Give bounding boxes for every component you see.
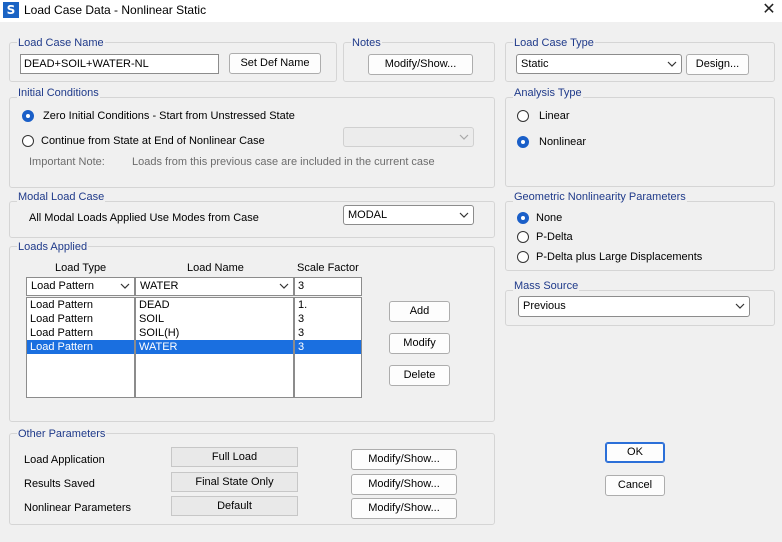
modal-load-case-label: All Modal Loads Applied Use Modes from C…: [29, 212, 259, 224]
load-type-header: Load Type: [55, 262, 107, 274]
list-item[interactable]: 3: [295, 340, 361, 354]
load-case-name-title: Load Case Name: [17, 37, 105, 50]
delete-load-button[interactable]: Delete: [389, 365, 450, 386]
p-delta-large-displacements-radio[interactable]: [517, 251, 529, 263]
load-case-name-input[interactable]: DEAD+SOIL+WATER-NL: [20, 54, 219, 74]
important-note-label: Important Note:: [29, 156, 105, 168]
p-delta-label: P-Delta: [536, 231, 573, 243]
load-name-list[interactable]: DEAD SOIL SOIL(H) WATER: [135, 297, 294, 398]
list-item[interactable]: DEAD: [136, 298, 293, 312]
list-item[interactable]: 3: [295, 312, 361, 326]
load-case-type-value: Static: [521, 58, 549, 70]
load-case-type-title: Load Case Type: [513, 37, 595, 50]
list-item[interactable]: 1.: [295, 298, 361, 312]
geometric-none-radio[interactable]: [517, 212, 529, 224]
linear-radio[interactable]: [517, 110, 529, 122]
chevron-down-icon: [667, 55, 677, 73]
p-delta-radio[interactable]: [517, 231, 529, 243]
other-parameters-title: Other Parameters: [17, 428, 107, 441]
modal-load-case-value: MODAL: [348, 209, 388, 221]
set-def-name-button[interactable]: Set Def Name: [229, 53, 321, 74]
load-type-list[interactable]: Load Pattern Load Pattern Load Pattern L…: [26, 297, 135, 398]
linear-label: Linear: [539, 110, 570, 122]
list-item[interactable]: Load Pattern: [27, 340, 134, 354]
results-saved-value: Final State Only: [171, 472, 298, 492]
modify-load-button[interactable]: Modify: [389, 333, 450, 354]
list-item[interactable]: SOIL(H): [136, 326, 293, 340]
mass-source-value: Previous: [523, 300, 566, 312]
scale-factor-list[interactable]: 1. 3 3 3: [294, 297, 362, 398]
analysis-type-title: Analysis Type: [513, 87, 583, 100]
notes-modify-show-button[interactable]: Modify/Show...: [368, 54, 473, 75]
nonlinear-parameters-modify-button[interactable]: Modify/Show...: [351, 498, 457, 519]
zero-initial-conditions-label: Zero Initial Conditions - Start from Uns…: [43, 110, 295, 122]
nonlinear-radio[interactable]: [517, 136, 529, 148]
load-case-type-select[interactable]: Static: [516, 54, 682, 74]
scale-factor-header: Scale Factor: [297, 262, 359, 274]
design-button[interactable]: Design...: [686, 54, 749, 75]
load-name-header: Load Name: [187, 262, 244, 274]
continue-from-state-label: Continue from State at End of Nonlinear …: [41, 135, 265, 147]
initial-conditions-title: Initial Conditions: [17, 87, 100, 100]
p-delta-large-displacements-label: P-Delta plus Large Displacements: [536, 251, 703, 263]
chevron-down-icon: [459, 128, 469, 146]
window-title: Load Case Data - Nonlinear Static: [24, 3, 207, 17]
mass-source-select[interactable]: Previous: [518, 296, 750, 317]
notes-title: Notes: [351, 37, 382, 50]
cancel-button[interactable]: Cancel: [605, 475, 665, 496]
important-note-text: Loads from this previous case are includ…: [132, 156, 435, 168]
close-icon[interactable]: ✕: [756, 0, 782, 20]
ok-button[interactable]: OK: [605, 442, 665, 463]
load-name-editor-value: WATER: [140, 280, 179, 292]
load-application-label: Load Application: [24, 454, 105, 466]
geometric-none-label: None: [536, 212, 563, 224]
loads-applied-title: Loads Applied: [17, 241, 89, 254]
list-item[interactable]: Load Pattern: [27, 326, 134, 340]
chevron-down-icon: [279, 278, 289, 295]
geometric-nonlinearity-title: Geometric Nonlinearity Parameters: [513, 191, 687, 204]
add-load-button[interactable]: Add: [389, 301, 450, 322]
list-item[interactable]: 3: [295, 326, 361, 340]
results-saved-label: Results Saved: [24, 478, 95, 490]
chevron-down-icon: [735, 297, 745, 316]
load-application-value: Full Load: [171, 447, 298, 467]
chevron-down-icon: [120, 278, 130, 295]
modal-load-case-title: Modal Load Case: [17, 191, 106, 204]
modal-load-case-select[interactable]: MODAL: [343, 205, 474, 225]
nonlinear-parameters-value: Default: [171, 496, 298, 516]
zero-initial-conditions-radio[interactable]: [22, 110, 34, 122]
chevron-down-icon: [459, 206, 469, 224]
load-application-modify-button[interactable]: Modify/Show...: [351, 449, 457, 470]
nonlinear-parameters-label: Nonlinear Parameters: [24, 502, 131, 514]
continue-from-state-radio[interactable]: [22, 135, 34, 147]
list-item[interactable]: Load Pattern: [27, 312, 134, 326]
scale-factor-input[interactable]: 3: [294, 277, 362, 296]
list-item[interactable]: SOIL: [136, 312, 293, 326]
list-item[interactable]: Load Pattern: [27, 298, 134, 312]
nonlinear-label: Nonlinear: [539, 136, 587, 148]
load-name-editor-select[interactable]: WATER: [135, 277, 294, 296]
mass-source-title: Mass Source: [513, 280, 580, 293]
list-item[interactable]: WATER: [136, 340, 293, 354]
app-icon: S: [3, 2, 19, 18]
load-type-editor-value: Load Pattern: [31, 280, 94, 292]
continue-case-select[interactable]: [343, 127, 474, 147]
results-saved-modify-button[interactable]: Modify/Show...: [351, 474, 457, 495]
load-type-editor-select[interactable]: Load Pattern: [26, 277, 135, 296]
